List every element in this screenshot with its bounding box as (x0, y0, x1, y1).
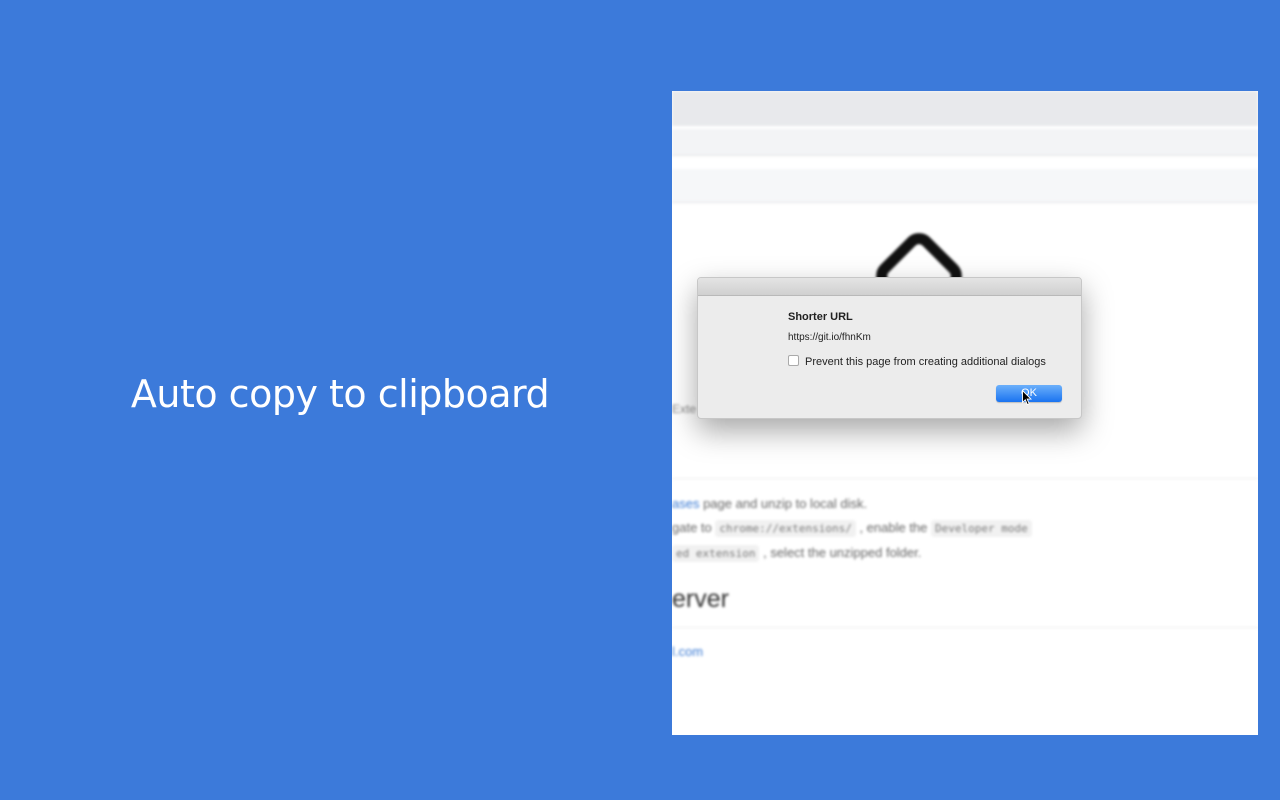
step-text: , select the unzipped folder. (759, 545, 922, 560)
footer-link[interactable]: l.com (672, 644, 703, 659)
dialog-titlebar (698, 278, 1081, 296)
divider (672, 627, 1258, 628)
divider (672, 478, 1258, 479)
step-line-3: ed extension , select the unzipped folde… (672, 545, 922, 562)
releases-link[interactable]: ases (672, 496, 699, 511)
step-text: page and unzip to local disk. (699, 496, 868, 511)
browser-screenshot: Exte ases page and unzip to local disk. … (672, 91, 1258, 735)
step-line-2: gate to chrome://extensions/ , enable th… (672, 520, 1032, 537)
step-text: gate to (672, 520, 716, 535)
dialog-title: Shorter URL (788, 311, 853, 323)
code-snippet: chrome://extensions/ (715, 520, 856, 537)
step-line-1: ases page and unzip to local disk. (672, 496, 867, 511)
code-snippet: Developer mode (931, 520, 1032, 537)
section-heading: erver (672, 585, 729, 613)
prevent-dialogs-label[interactable]: Prevent this page from creating addition… (805, 356, 1046, 368)
mouse-cursor-icon (1022, 390, 1032, 406)
code-snippet: ed extension (672, 545, 760, 562)
alert-dialog: Shorter URL https://git.io/fhnKm Prevent… (697, 277, 1082, 419)
truncated-label: Exte (672, 402, 697, 416)
prevent-dialogs-checkbox[interactable] (788, 355, 799, 366)
browser-address-bar (672, 129, 1258, 156)
browser-tab-bar (672, 91, 1258, 126)
headline: Auto copy to clipboard (130, 372, 550, 416)
step-text: , enable the (855, 520, 931, 535)
dialog-message: https://git.io/fhnKm (788, 332, 871, 343)
page-header (672, 169, 1258, 203)
